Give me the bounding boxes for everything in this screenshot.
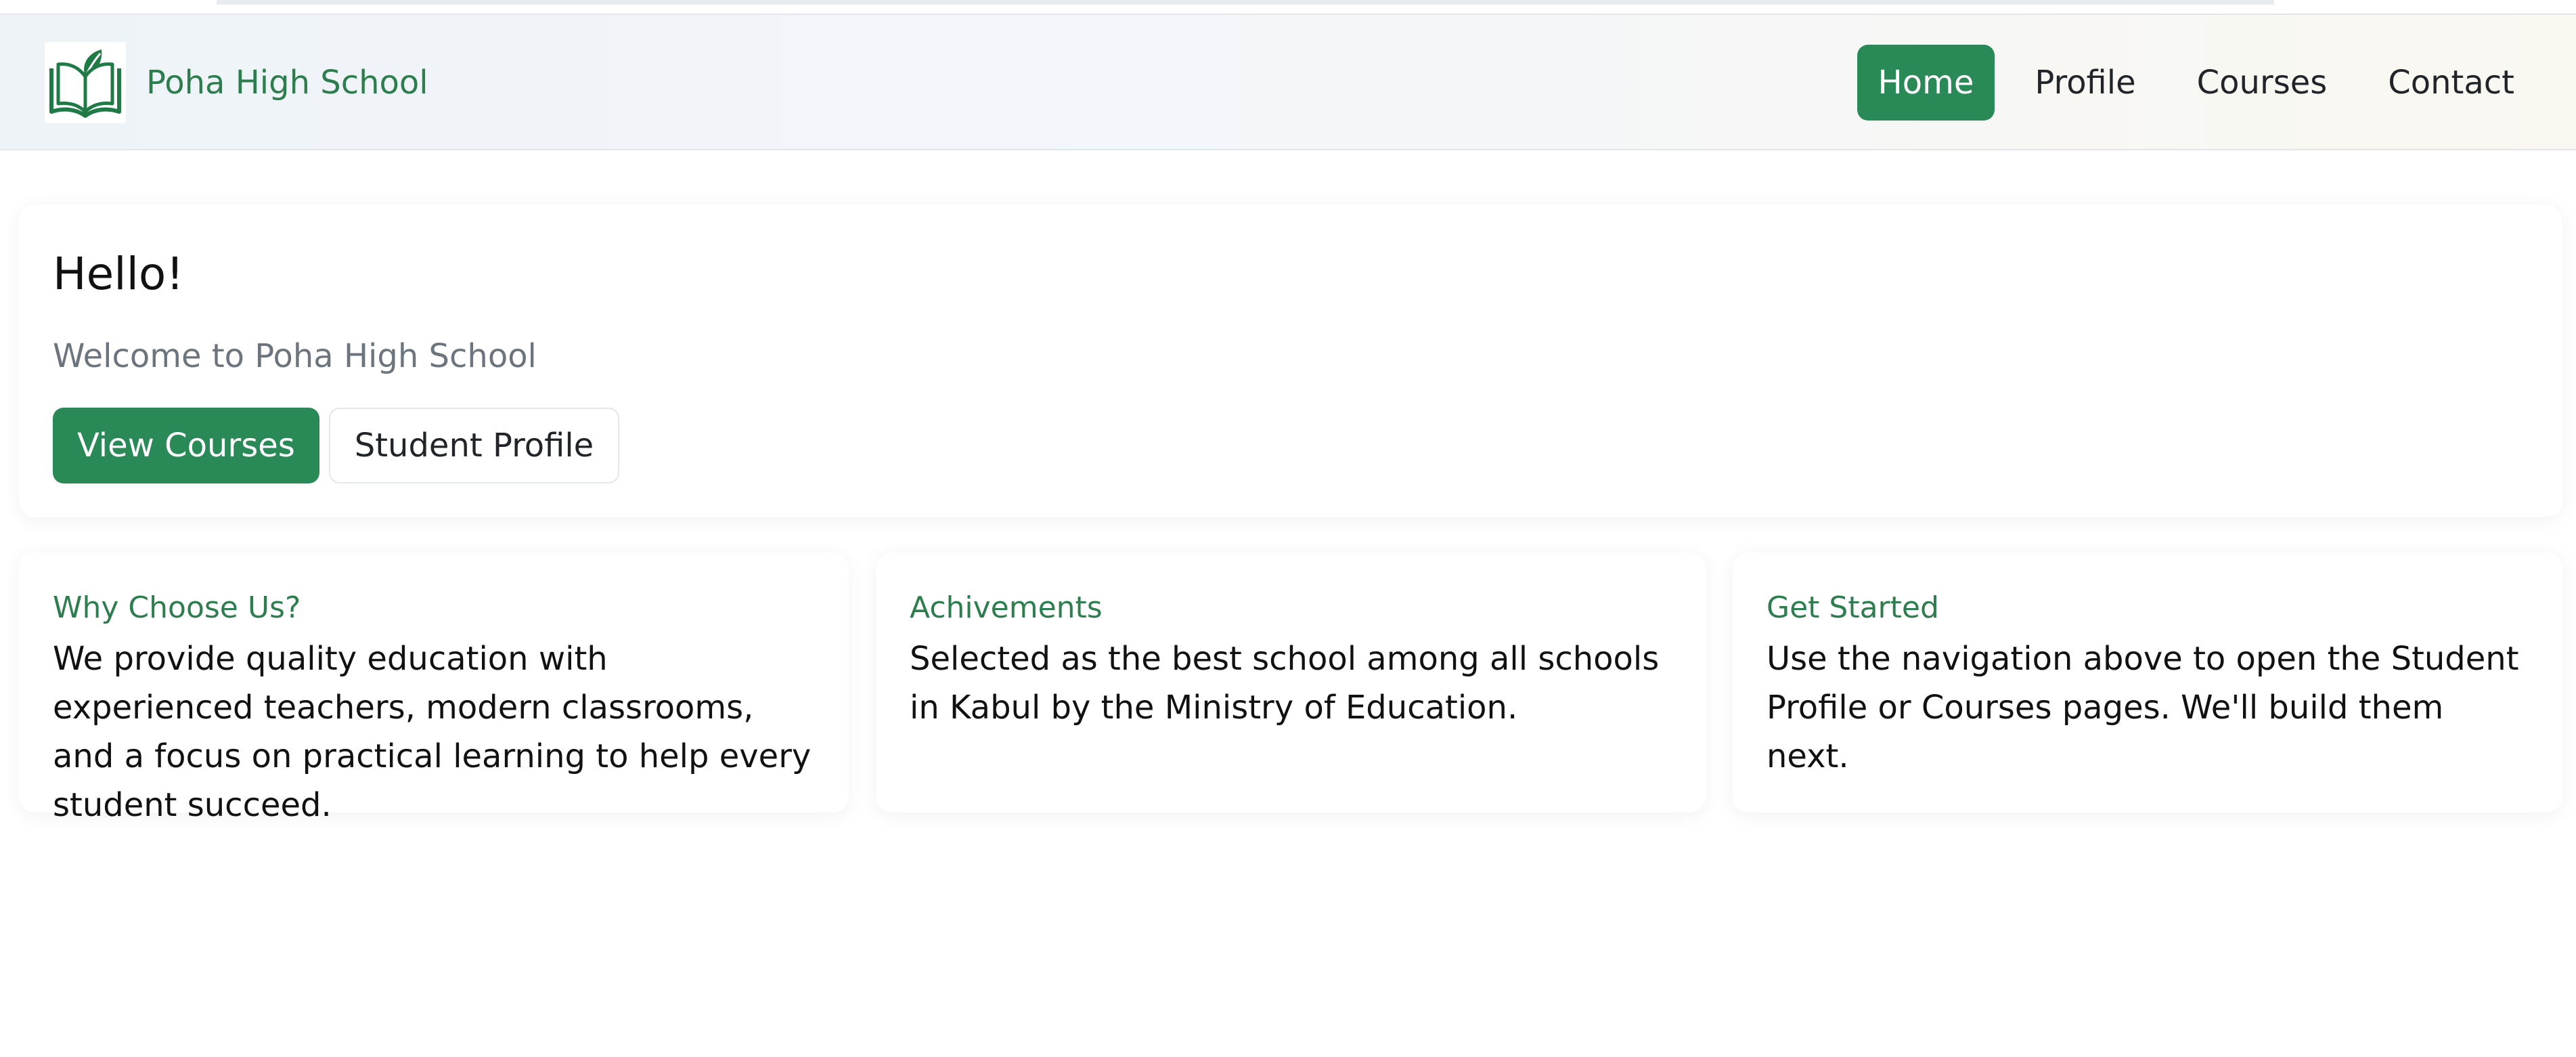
main-nav: Home Profile Courses Contact: [1838, 45, 2535, 121]
nav-home[interactable]: Home: [1857, 45, 1995, 121]
nav-profile[interactable]: Profile: [2014, 45, 2156, 121]
hero-actions: View Courses Student Profile: [53, 408, 620, 483]
student-profile-button[interactable]: Student Profile: [328, 408, 620, 483]
navbar: Poha High School Home Profile Courses Co…: [0, 14, 2576, 150]
card-text: Use the navigation above to open the Stu…: [1767, 640, 2519, 775]
hero-card: Hello! Welcome to Poha High School View …: [19, 204, 2562, 517]
nav-courses[interactable]: Courses: [2176, 45, 2349, 121]
card-why-choose-us: Why Choose Us? We provide quality educat…: [19, 553, 849, 824]
brand-name: Poha High School: [146, 64, 428, 102]
view-courses-button[interactable]: View Courses: [53, 408, 319, 483]
top-edge-bar: [217, 0, 2274, 5]
card-achievements: Achivements Selected as the best school …: [876, 553, 1706, 813]
card-text: We provide quality education with experi…: [53, 640, 812, 824]
hero-title: Hello!: [53, 248, 184, 300]
top-edge: [0, 0, 2576, 14]
open-book-leaf-icon: [45, 42, 126, 123]
nav-contact[interactable]: Contact: [2367, 45, 2535, 121]
feature-cards: Why Choose Us? We provide quality educat…: [19, 553, 2562, 824]
card-get-started: Get Started Use the navigation above to …: [1733, 553, 2562, 813]
hero-subtitle: Welcome to Poha High School: [53, 337, 537, 375]
brand-link[interactable]: Poha High School: [45, 42, 428, 123]
card-text: Selected as the best school among all sc…: [910, 640, 1660, 727]
card-title: Achivements: [910, 590, 1103, 625]
card-title: Get Started: [1767, 590, 1939, 625]
card-title: Why Choose Us?: [53, 590, 301, 625]
